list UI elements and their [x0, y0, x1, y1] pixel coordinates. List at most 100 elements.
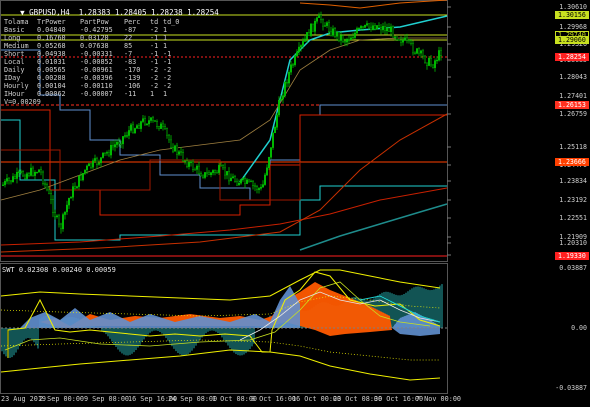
table-cell: -2	[163, 82, 172, 90]
candle-body	[143, 118, 146, 125]
candle-body	[432, 64, 435, 68]
candle-body	[211, 170, 214, 173]
candle-body	[34, 172, 37, 176]
candle-body	[364, 24, 367, 28]
time-axis-label: 8 Oct 16:00	[251, 395, 297, 403]
candle-body	[245, 179, 248, 184]
candle-body	[93, 158, 96, 161]
candle-body	[434, 60, 437, 68]
table-cell: -170	[124, 66, 141, 74]
candle-body	[241, 178, 244, 180]
candle-body	[344, 41, 347, 43]
candle-body	[167, 134, 170, 141]
candle-body	[185, 160, 188, 167]
candle-body	[239, 179, 242, 184]
candle-body	[219, 165, 222, 167]
candle-body	[165, 128, 168, 136]
candle-body	[268, 157, 271, 169]
candle-body	[398, 39, 401, 41]
table-cell: 0.01031	[37, 58, 66, 66]
candle-body	[237, 182, 240, 186]
table-row-label: Daily	[4, 66, 25, 74]
candle-body	[322, 19, 325, 27]
candle-body	[56, 215, 59, 218]
table-cell: 1	[150, 90, 155, 98]
price-scale-label: 1.22551	[559, 214, 587, 222]
candle-body	[243, 178, 246, 184]
candle-body	[73, 186, 76, 189]
candle-body	[274, 127, 277, 134]
candle-body	[376, 25, 379, 30]
candle-body	[370, 26, 373, 30]
candle-body	[127, 130, 130, 136]
candle-body	[175, 145, 178, 155]
candle-body	[119, 143, 122, 145]
candle-body	[312, 23, 315, 32]
candle-body	[294, 55, 297, 66]
candle-body	[340, 35, 343, 41]
candle-body	[314, 21, 317, 32]
candle-body	[436, 59, 439, 62]
candle-body	[149, 117, 152, 121]
table-row-label: Medium	[4, 42, 29, 50]
price-scale-label: 1.26759	[559, 110, 587, 118]
candle-body	[388, 27, 391, 32]
candle-body	[262, 184, 265, 188]
candle-body	[30, 167, 33, 176]
candle-body	[430, 57, 433, 66]
candle-body	[38, 169, 41, 173]
candle-body	[89, 163, 92, 168]
table-cell: 0.00104	[37, 82, 66, 90]
table-cell: 1	[163, 90, 168, 98]
candle-body	[13, 176, 16, 179]
candle-body	[54, 212, 57, 218]
candle-body	[260, 186, 263, 189]
swt-lower-band	[0, 349, 441, 381]
candle-body	[310, 23, 313, 36]
candle-body	[121, 136, 124, 145]
table-cell: -2	[150, 26, 159, 34]
table-cell: -139	[124, 74, 141, 82]
table-header-perc: Perc	[124, 18, 141, 26]
candle-body	[7, 178, 10, 181]
candle-body	[324, 25, 327, 27]
candle-body	[400, 39, 403, 43]
table-cell: -1	[163, 50, 172, 58]
candle-body	[5, 178, 8, 182]
table-cell: -83	[124, 58, 137, 66]
table-cell: -1	[163, 58, 172, 66]
candle-body	[368, 23, 371, 28]
price-scale-label: 1.23192	[559, 196, 587, 204]
candle-body	[378, 25, 381, 28]
table-cell: -87	[124, 26, 137, 34]
candle-body	[350, 37, 353, 41]
price-scale-label: 1.30610	[559, 3, 587, 11]
candle-body	[24, 175, 27, 179]
table-cell: 1	[163, 42, 168, 50]
table-row-label: Local	[4, 58, 25, 66]
candle-body	[65, 204, 68, 213]
candle-body	[101, 152, 104, 158]
candle-body	[28, 173, 31, 176]
candle-body	[69, 197, 72, 199]
candle-body	[183, 160, 186, 162]
candle-body	[50, 193, 53, 200]
candle-body	[179, 151, 182, 153]
price-scale-label: 1.29968	[559, 23, 587, 31]
candle-body	[48, 189, 51, 194]
candle-body	[79, 175, 82, 181]
candle-body	[406, 37, 409, 41]
candle-body	[326, 22, 329, 26]
candle-body	[187, 162, 190, 167]
candle-body	[372, 25, 375, 30]
candle-body	[11, 176, 14, 183]
table-cell: -7	[124, 50, 133, 58]
table-header-td_0: td_0	[163, 18, 180, 26]
price-scale-label: 1.28043	[559, 73, 587, 81]
candle-body	[58, 215, 61, 225]
candle-body	[213, 170, 216, 173]
candle-body	[422, 50, 425, 57]
candle-body	[111, 145, 114, 148]
candle-body	[276, 114, 279, 128]
candle-body	[115, 141, 118, 145]
